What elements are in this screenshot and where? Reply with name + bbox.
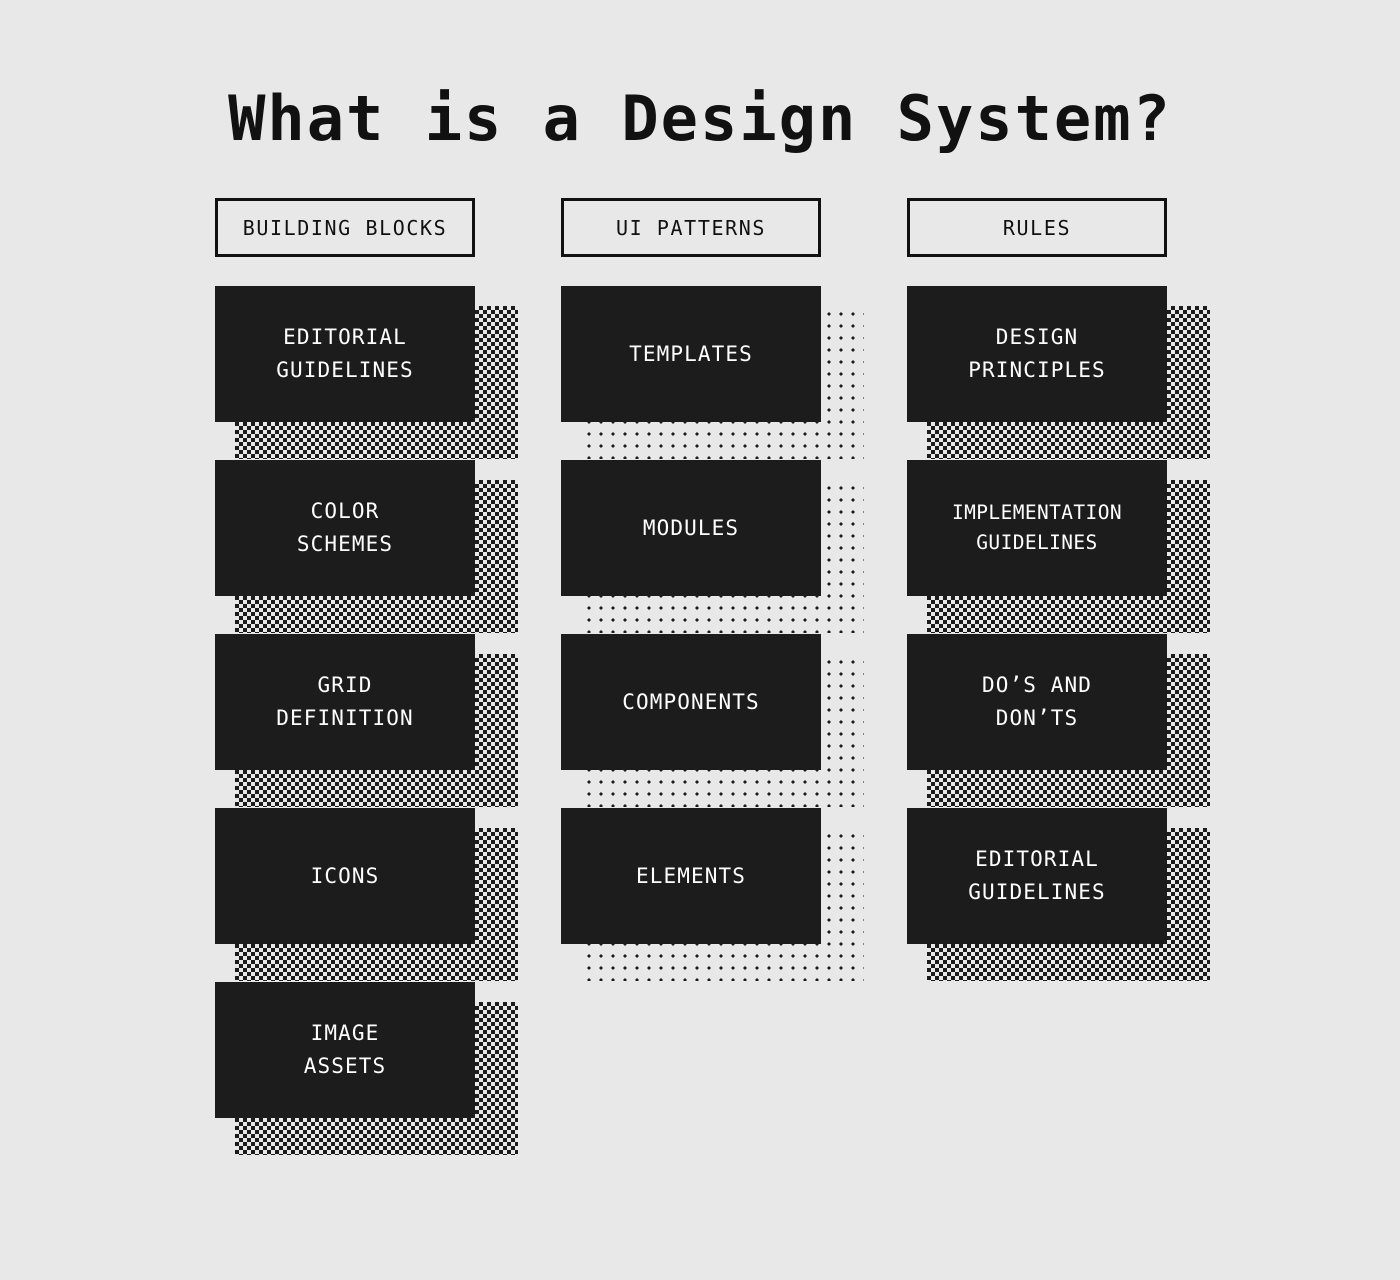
column-header[interactable]: BUILDING BLOCKS (215, 198, 475, 257)
card[interactable]: GRID DEFINITION (215, 634, 475, 770)
card-label: MODULES (635, 512, 747, 545)
card-list: EDITORIAL GUIDELINES COLOR SCHEMES GRID DE… (215, 286, 475, 1118)
page-title: What is a Design System? (0, 0, 1400, 150)
card-list: DESIGN PRINCIPLES IMPLEMENTATION GUIDELIN… (907, 286, 1167, 944)
card[interactable]: EDITORIAL GUIDELINES (215, 286, 475, 422)
card[interactable]: MODULES (561, 460, 821, 596)
column-ui-patterns: UI PATTERNS TEMPLATES MODULES COMPONENTS ELE… (561, 198, 821, 1118)
card-label: GRID DEFINITION (268, 669, 421, 734)
card[interactable]: DESIGN PRINCIPLES (907, 286, 1167, 422)
card-tile[interactable]: MODULES (561, 460, 821, 596)
card-label: DO’S AND DON’TS (974, 669, 1100, 734)
card-list: TEMPLATES MODULES COMPONENTS ELEMENTS (561, 286, 821, 944)
column-building-blocks: BUILDING BLOCKS EDITORIAL GUIDELINES COLOR… (215, 198, 475, 1118)
card-label: IMAGE ASSETS (296, 1017, 394, 1082)
card-label: ELEMENTS (628, 860, 754, 893)
card-tile[interactable]: ICONS (215, 808, 475, 944)
card[interactable]: COLOR SCHEMES (215, 460, 475, 596)
card[interactable]: TEMPLATES (561, 286, 821, 422)
card-label: EDITORIAL GUIDELINES (268, 321, 421, 386)
card-tile[interactable]: DESIGN PRINCIPLES (907, 286, 1167, 422)
card-tile[interactable]: ELEMENTS (561, 808, 821, 944)
card[interactable]: ELEMENTS (561, 808, 821, 944)
card[interactable]: COMPONENTS (561, 634, 821, 770)
card-tile[interactable]: IMPLEMENTATION GUIDELINES (907, 460, 1167, 596)
card-tile[interactable]: COLOR SCHEMES (215, 460, 475, 596)
column-header[interactable]: UI PATTERNS (561, 198, 821, 257)
card-tile[interactable]: GRID DEFINITION (215, 634, 475, 770)
card-label: IMPLEMENTATION GUIDELINES (944, 498, 1130, 558)
card[interactable]: DO’S AND DON’TS (907, 634, 1167, 770)
column-header[interactable]: RULES (907, 198, 1167, 257)
card-tile[interactable]: EDITORIAL GUIDELINES (215, 286, 475, 422)
card[interactable]: ICONS (215, 808, 475, 944)
column-grid: BUILDING BLOCKS EDITORIAL GUIDELINES COLOR… (0, 198, 1400, 1118)
card[interactable]: IMPLEMENTATION GUIDELINES (907, 460, 1167, 596)
card-tile[interactable]: IMAGE ASSETS (215, 982, 475, 1118)
card-label: DESIGN PRINCIPLES (960, 321, 1113, 386)
card-label: ICONS (303, 860, 388, 893)
card-label: COLOR SCHEMES (289, 495, 401, 560)
card[interactable]: EDITORIAL GUIDELINES (907, 808, 1167, 944)
card-label: TEMPLATES (621, 338, 761, 371)
card-tile[interactable]: TEMPLATES (561, 286, 821, 422)
column-rules: RULES DESIGN PRINCIPLES IMPLEMENTATION GUI… (907, 198, 1167, 1118)
card-tile[interactable]: COMPONENTS (561, 634, 821, 770)
card-tile[interactable]: EDITORIAL GUIDELINES (907, 808, 1167, 944)
card[interactable]: IMAGE ASSETS (215, 982, 475, 1118)
card-label: EDITORIAL GUIDELINES (960, 843, 1113, 908)
card-tile[interactable]: DO’S AND DON’TS (907, 634, 1167, 770)
card-label: COMPONENTS (614, 686, 767, 719)
